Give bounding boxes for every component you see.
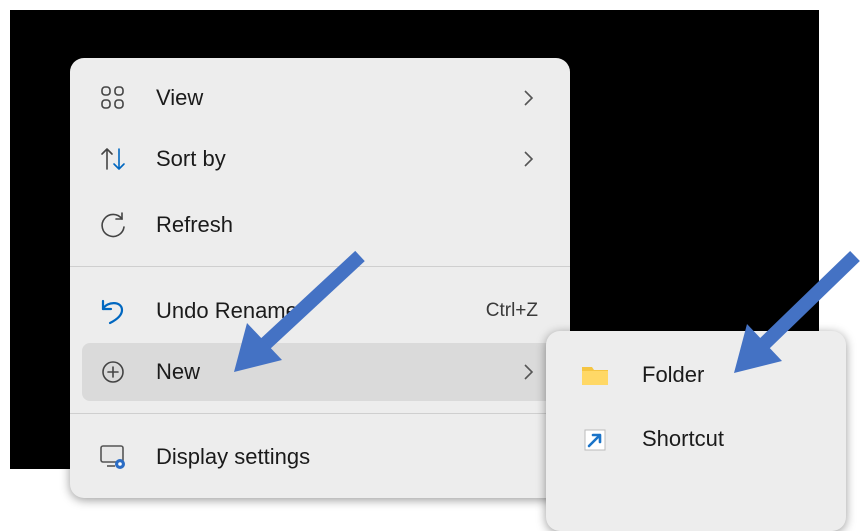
menu-item-undo-rename[interactable]: Undo Rename Ctrl+Z [82,282,558,340]
menu-item-new[interactable]: New [82,343,558,401]
submenu-item-label: Folder [642,362,705,387]
menu-item-sort-by[interactable]: Sort by [82,130,558,188]
plus-circle-icon [102,361,124,383]
undo-icon [101,299,124,325]
shortcut-icon [584,429,606,451]
menu-item-refresh[interactable]: Refresh [82,196,558,254]
submenu-item-label: Shortcut [642,426,724,451]
chevron-right-icon [524,90,534,106]
menu-item-view[interactable]: View [82,69,558,127]
menu-separator [70,413,570,414]
menu-item-display-settings[interactable]: Display settings [82,428,558,486]
submenu-item-folder[interactable]: Folder [556,347,836,403]
keyboard-shortcut: Ctrl+Z [485,300,538,321]
folder-icon [582,367,608,385]
grid-icon [101,86,124,109]
sort-arrows-icon [101,148,125,170]
chevron-right-icon [524,151,534,167]
submenu-item-shortcut[interactable]: Shortcut [556,411,836,467]
menu-separator [70,266,570,267]
menu-item-label: Sort by [156,146,226,171]
menu-item-label: Undo Rename [156,298,298,323]
menu-item-label: New [156,359,201,384]
menu-item-label: Refresh [156,212,234,237]
display-settings-icon [100,445,125,469]
refresh-icon [101,212,125,238]
menu-item-label: Display settings [156,444,311,469]
context-menu: View Sort by Refresh Undo Rename Ctrl+Z … [70,58,570,498]
menu-item-label: View [156,85,204,110]
new-submenu: Folder Shortcut [546,331,846,531]
chevron-right-icon [524,364,534,380]
